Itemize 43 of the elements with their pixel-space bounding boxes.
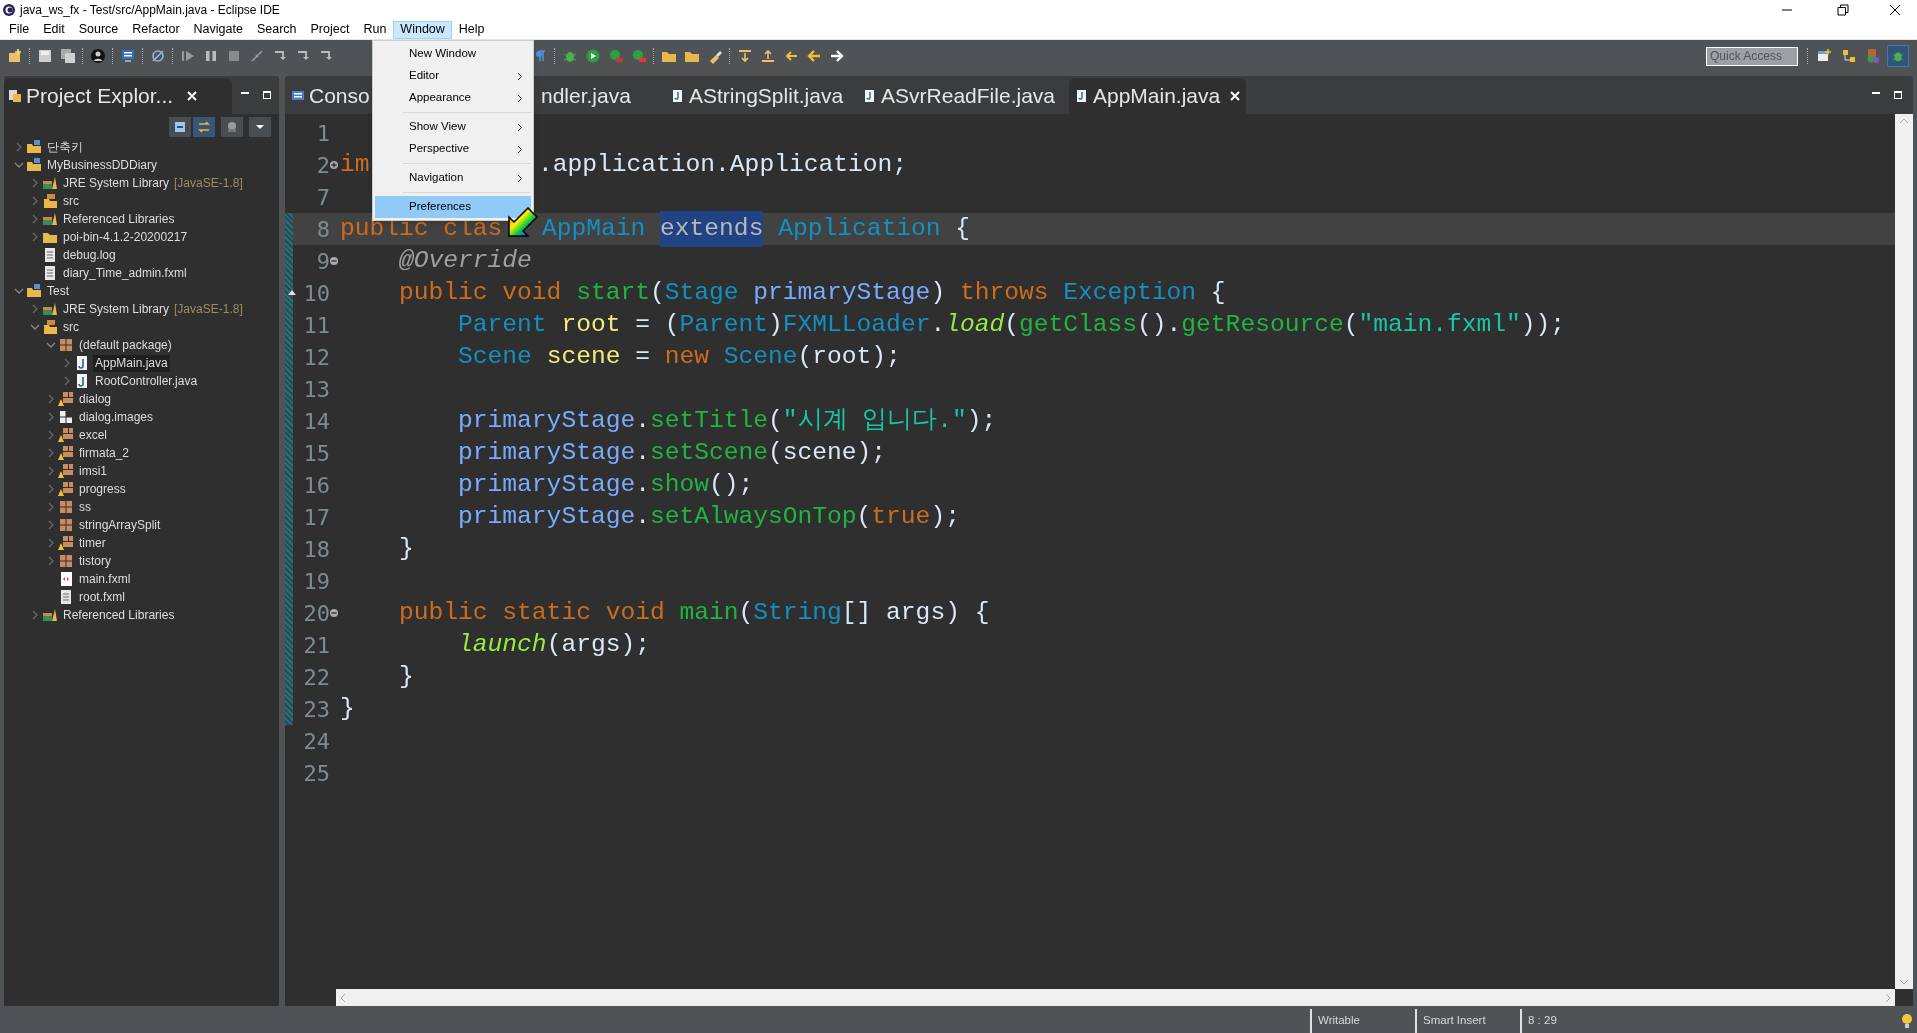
code-line: Parent root = (Parent)FXMLLoader.load(getClass().getResource("main.fxml")); [457, 309, 1566, 340]
line-number: 11 [303, 311, 330, 340]
line-number: 14 [303, 407, 330, 436]
window-title: java_ws_fx - Test/src/AppMain.java - Eclipse IDE [20, 2, 280, 19]
line-number: 7 [316, 183, 330, 212]
line-number: 19 [303, 567, 330, 596]
tree-item-decoration: [JavaSE-1.8] [174, 175, 243, 192]
code-line: } [398, 533, 414, 564]
line-number: 9 [316, 247, 330, 276]
code-line: Scene scene = new Scene(root); [457, 341, 901, 372]
code-line: primaryStage.setScene(scene); [457, 437, 887, 468]
code-fragment: .application.Application; [538, 149, 907, 180]
line-number: 24 [303, 727, 330, 756]
line-number: 15 [303, 439, 330, 468]
line-number: 22 [303, 663, 330, 692]
code-fragment: im [340, 149, 370, 180]
code-line: public void start(Stage primaryStage) throws Exception { [398, 277, 1226, 308]
line-number: 8 [316, 215, 330, 244]
explorer-title: Project Explor... [26, 83, 174, 110]
line-number: 2 [316, 151, 330, 180]
line-number: 23 [303, 695, 330, 724]
line-number: 10 [303, 279, 330, 308]
line-number: 18 [303, 535, 330, 564]
tree-item-decoration: [JavaSE-1.8] [174, 301, 243, 318]
code-line: } [339, 693, 355, 724]
status-text: Smart Insert [1423, 1013, 1486, 1029]
code-line: primaryStage.setTitle("시계 입니다."); [457, 405, 997, 436]
code-line: @Override [398, 245, 532, 276]
line-number: 25 [303, 759, 330, 788]
line-number: 20 [303, 599, 330, 628]
code-line: primaryStage.setAlwaysOnTop(true); [457, 501, 960, 532]
code-line: launch(args); [457, 629, 650, 660]
line-number: 13 [303, 375, 330, 404]
line-number: 1 [316, 119, 330, 148]
status-text: Writable [1318, 1013, 1360, 1029]
line-number: 12 [303, 343, 330, 372]
code-line: primaryStage.show(); [457, 469, 754, 500]
line-number: 21 [303, 631, 330, 660]
line-number: 16 [303, 471, 330, 500]
line-number: 17 [303, 503, 330, 532]
code-line: public static void main(String[] args) { [398, 597, 990, 628]
code-line: } [398, 661, 414, 692]
status-text: 8 : 29 [1528, 1013, 1557, 1029]
